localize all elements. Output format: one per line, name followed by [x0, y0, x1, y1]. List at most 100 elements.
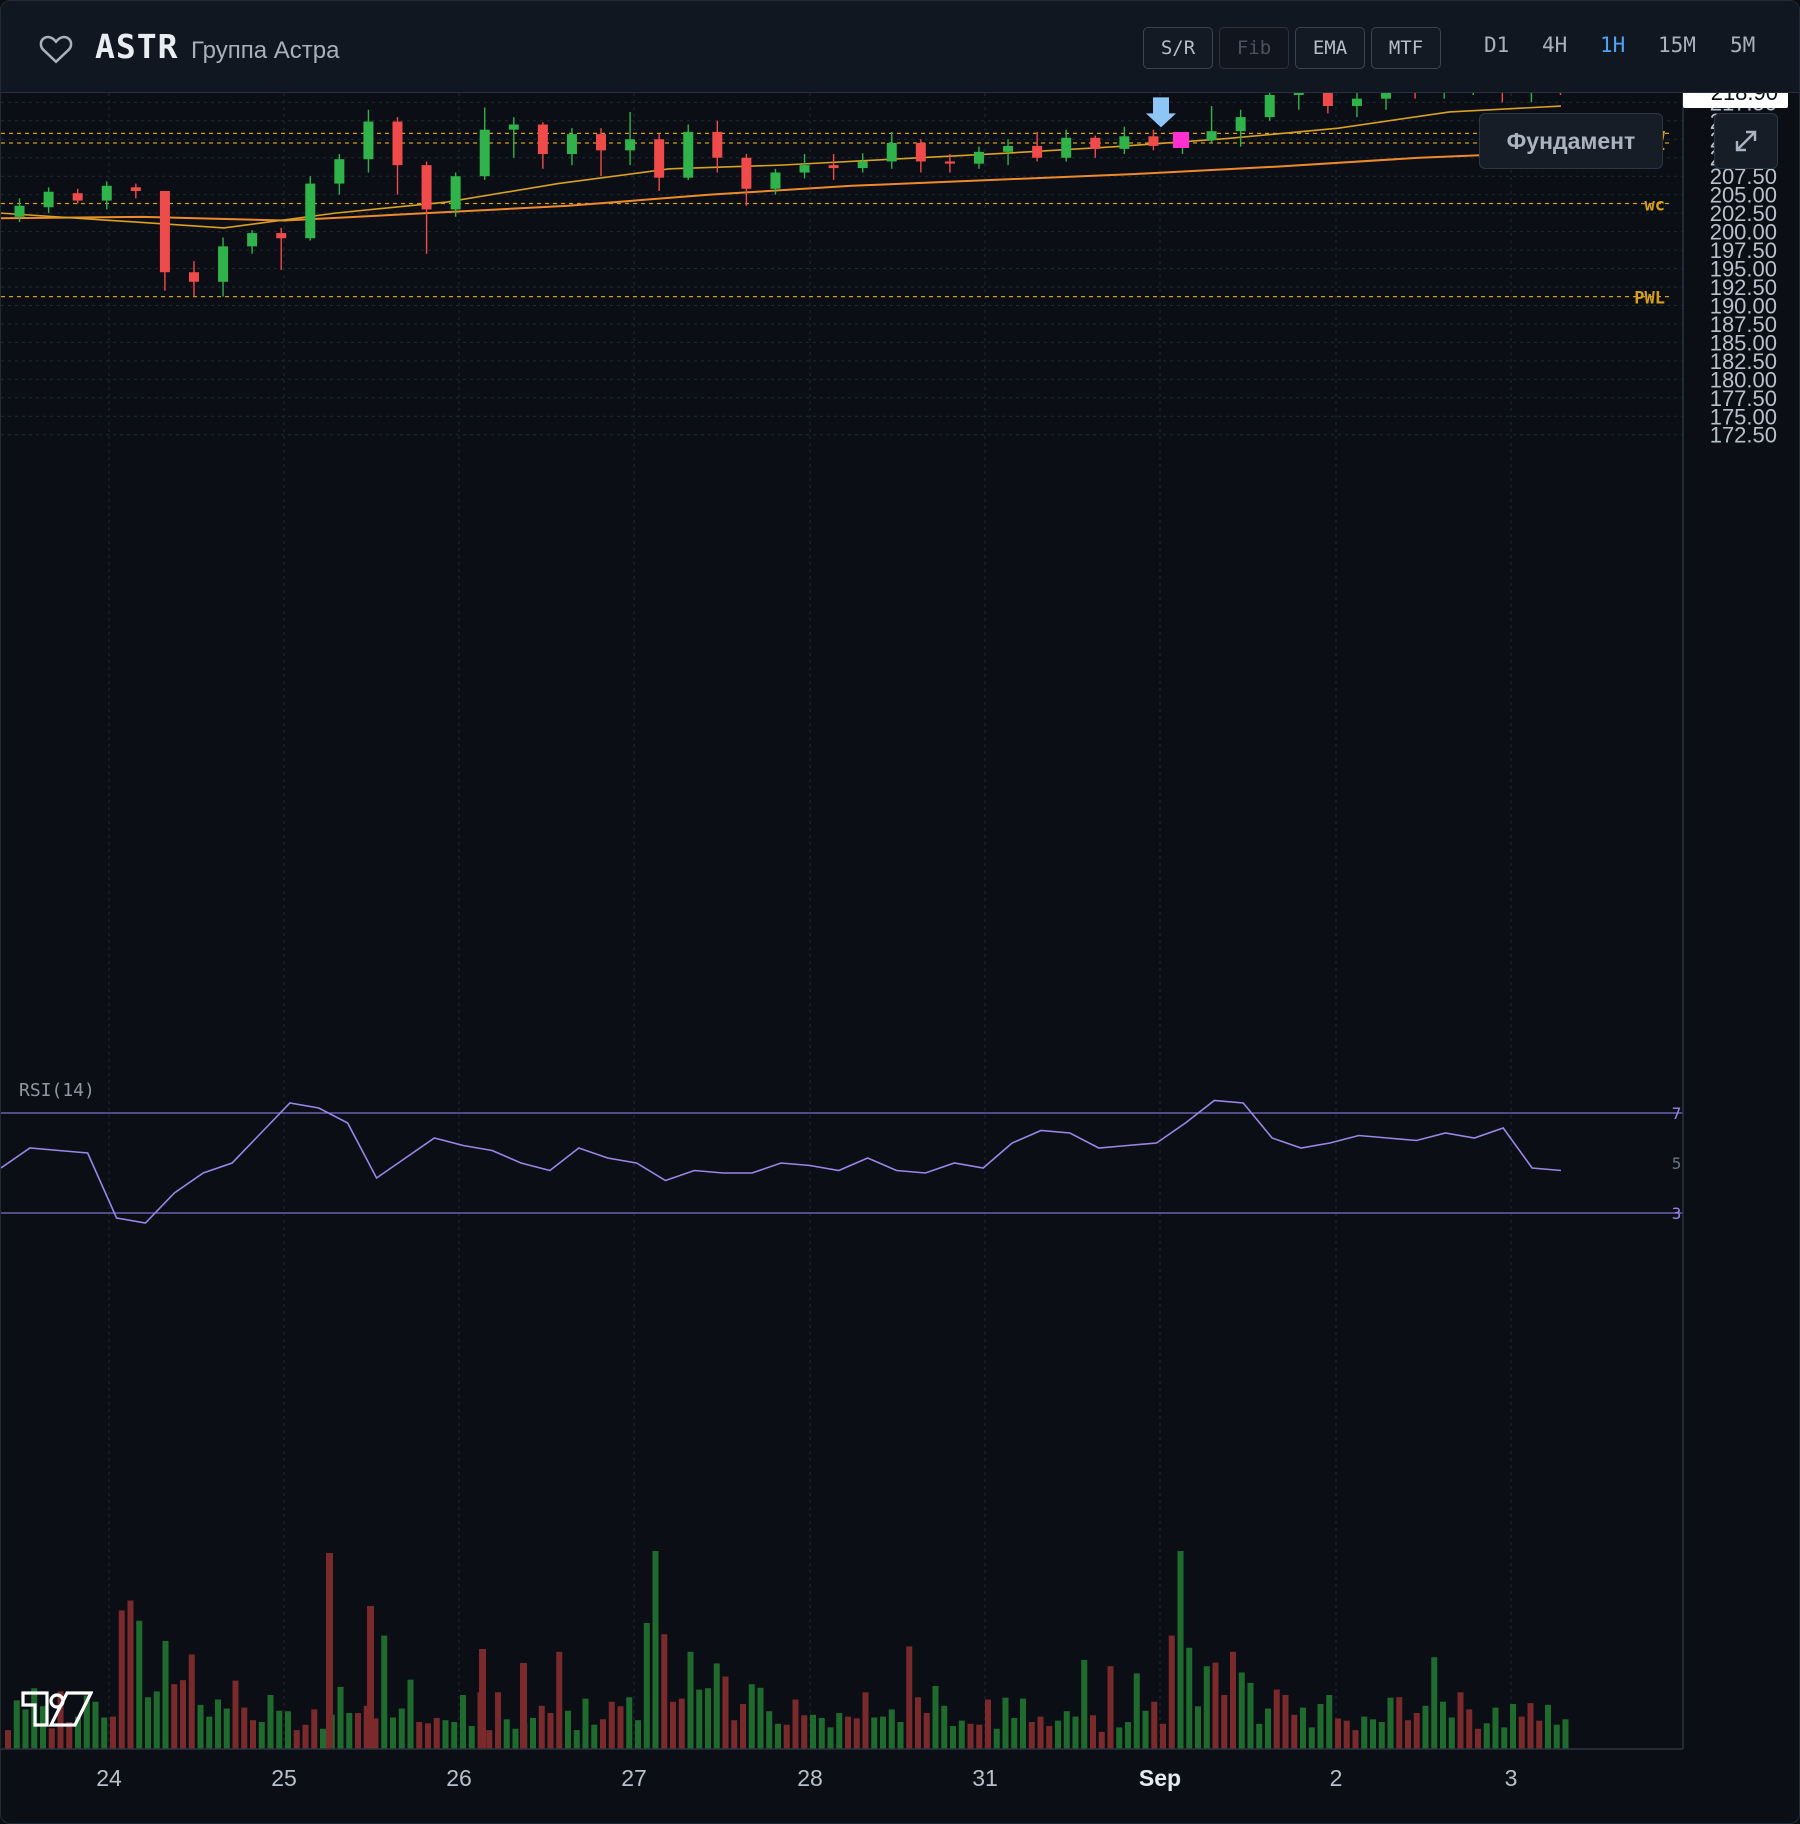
signal-marker [1173, 132, 1189, 149]
time-axis-label: 28 [797, 1765, 823, 1791]
candle-body [218, 246, 229, 282]
volume-bar [1203, 1666, 1210, 1749]
volume-bar [1396, 1697, 1403, 1749]
price-chart[interactable]: PDHR1swPDLwcPWLRSI(14)705030222.50220.00… [1, 93, 1800, 1823]
price-axis-label: 172.50 [1710, 423, 1777, 448]
volume-bar [1098, 1731, 1105, 1749]
volume-bar [346, 1713, 353, 1749]
volume-bar [783, 1724, 790, 1749]
volume-bar [1221, 1695, 1228, 1749]
volume-bar [118, 1610, 125, 1749]
plot-area [1, 93, 1683, 1749]
volume-bar [101, 1717, 108, 1749]
candle-body [1148, 136, 1159, 146]
volume-bar [950, 1726, 956, 1749]
volume-bar [215, 1699, 221, 1749]
volume-bar [520, 1663, 527, 1749]
candle-body [1032, 145, 1043, 158]
volume-bar [398, 1708, 405, 1749]
volume-bar [197, 1704, 204, 1749]
volume-bar [468, 1726, 475, 1749]
candle-body [334, 159, 345, 184]
candle-body [625, 139, 636, 151]
volume-bar [127, 1600, 134, 1749]
volume-bar [1002, 1697, 1009, 1749]
volume-bar [495, 1692, 501, 1749]
volume-bar [600, 1719, 606, 1749]
volume-bar [775, 1723, 781, 1749]
volume-bar [1361, 1716, 1368, 1749]
volume-bar [1116, 1727, 1123, 1749]
volume-bar [1291, 1714, 1298, 1749]
volume-bar [1405, 1720, 1411, 1749]
fib-toggle-button[interactable]: Fib [1219, 27, 1289, 69]
time-axis-label: 24 [96, 1765, 122, 1791]
volume-bar [670, 1701, 676, 1749]
heart-icon[interactable] [39, 33, 73, 65]
timeframe-d1[interactable]: D1 [1484, 33, 1509, 57]
volume-bar [1492, 1707, 1499, 1749]
volume-bar [897, 1722, 904, 1749]
volume-bar [13, 1700, 20, 1749]
volume-bar [241, 1707, 248, 1749]
chart-window: ASTR Группа Астра S/R Fib EMA MTF D1 4H … [0, 0, 1800, 1824]
candle-body [1322, 93, 1333, 107]
volume-bar [573, 1730, 580, 1749]
volume-bar [941, 1705, 948, 1749]
volume-bar [985, 1699, 991, 1749]
volume-bar [442, 1720, 449, 1749]
volume-bar [705, 1688, 711, 1749]
candle-body [596, 134, 607, 151]
volume-bar [1378, 1722, 1385, 1749]
volume-bar [479, 1649, 486, 1749]
volume-bar [801, 1715, 808, 1749]
ema-toggle-button[interactable]: EMA [1295, 27, 1365, 69]
volume-bar [810, 1714, 816, 1749]
timeframe-4h[interactable]: 4H [1542, 33, 1567, 57]
volume-bar [643, 1623, 650, 1749]
volume-bar [320, 1728, 326, 1749]
candle-body [450, 176, 461, 210]
time-axis-label: Sep [1139, 1765, 1181, 1791]
candle-body [828, 165, 839, 169]
timeframe-1h[interactable]: 1H [1600, 33, 1625, 57]
volume-bar [1212, 1662, 1219, 1749]
fundamentals-button[interactable]: Фундамент [1479, 113, 1663, 169]
sr-toggle-button[interactable]: S/R [1143, 27, 1213, 69]
volume-bar [302, 1724, 309, 1749]
volume-bar [661, 1634, 668, 1749]
volume-bar [827, 1727, 834, 1749]
volume-bar [923, 1713, 930, 1749]
volume-bar [1300, 1707, 1306, 1749]
expand-icon[interactable] [1714, 113, 1778, 169]
volume-bar [678, 1698, 685, 1749]
volume-bar [888, 1709, 895, 1749]
candle-body [712, 131, 723, 158]
volume-bar [635, 1720, 641, 1749]
timeframe-5m[interactable]: 5M [1730, 33, 1755, 57]
mtf-toggle-button[interactable]: MTF [1371, 27, 1441, 69]
volume-bar [258, 1722, 265, 1749]
volume-bar [136, 1620, 143, 1749]
candle-body [130, 187, 141, 191]
volume-bar [1448, 1717, 1455, 1749]
candle [683, 124, 694, 180]
volume-bar [232, 1680, 239, 1749]
volume-bar [1545, 1704, 1551, 1749]
volume-bar [1440, 1701, 1446, 1749]
tradingview-logo [21, 1691, 93, 1727]
volume-bar [1431, 1657, 1438, 1749]
candle-body [421, 165, 432, 210]
volume-bar [967, 1723, 974, 1749]
candle-body [857, 161, 868, 169]
level-label-wc: wc [1645, 196, 1665, 216]
volume-bar [1090, 1715, 1096, 1749]
timeframe-15m[interactable]: 15M [1658, 33, 1696, 57]
volume-bar [92, 1701, 99, 1749]
candle-body [973, 151, 984, 164]
candle-body [14, 205, 25, 217]
volume-bar [512, 1728, 519, 1749]
volume-bar [381, 1635, 388, 1749]
volume-bar [1238, 1672, 1245, 1749]
volume-bar [871, 1717, 878, 1749]
